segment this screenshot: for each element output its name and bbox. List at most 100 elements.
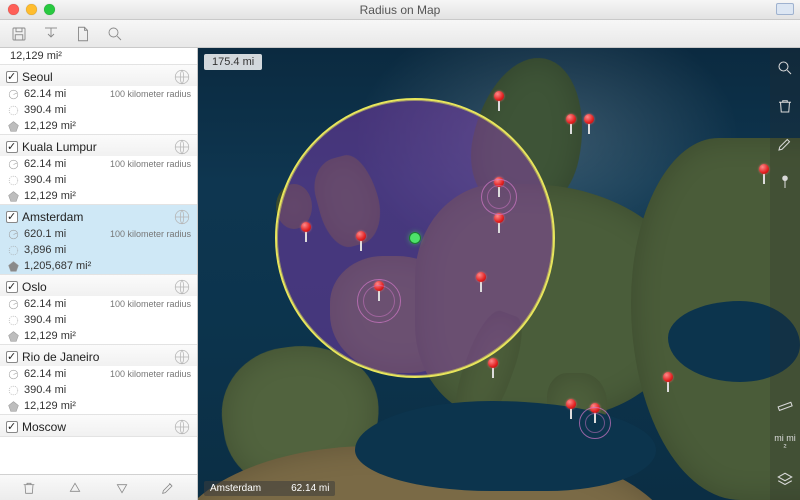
pin-ireland[interactable] (300, 222, 312, 242)
pin-istanbul[interactable] (662, 372, 674, 392)
globe-icon[interactable] (173, 68, 191, 86)
list-item[interactable]: Rio de Janeiro62.14 mi100 kilometer radi… (0, 345, 197, 415)
globe-icon[interactable] (173, 418, 191, 436)
pentagon-icon (6, 329, 20, 343)
pin-moscow[interactable] (758, 164, 770, 184)
zoom-window-button[interactable] (44, 4, 55, 15)
map-search-icon[interactable] (775, 58, 795, 78)
pentagon-icon (6, 259, 20, 273)
radius-value: 62.14 mi (24, 88, 66, 100)
list-item[interactable]: Moscow (0, 415, 197, 437)
close-window-button[interactable] (8, 4, 19, 15)
list-item[interactable]: Seoul 62.14 mi 100 kilometer radius 390.4 m… (0, 65, 197, 135)
list-item-header[interactable]: Seoul (0, 65, 197, 86)
area-value: 12,129 mi² (24, 400, 76, 412)
pin-stockholm-a[interactable] (565, 114, 577, 134)
list-item-header[interactable]: Kuala Lumpur (0, 135, 197, 156)
pin-stockholm-b[interactable] (583, 114, 595, 134)
perimeter-icon (6, 313, 20, 327)
titlebar: Radius on Map (0, 0, 800, 20)
import-icon[interactable] (40, 24, 62, 44)
globe-icon[interactable] (173, 208, 191, 226)
area-row: 12,129 mi² (0, 398, 197, 414)
list-item-header[interactable]: Oslo (0, 275, 197, 296)
city-name: Oslo (22, 280, 169, 294)
area-row: 12,129 mi² (0, 188, 197, 204)
radius-center-handle[interactable] (410, 233, 420, 243)
list-item[interactable]: Amsterdam620.1 mi100 kilometer radius 3,8… (0, 205, 197, 275)
list-item-header[interactable]: Amsterdam (0, 205, 197, 226)
perimeter-icon (6, 383, 20, 397)
radius-row: 62.14 mi100 kilometer radius (0, 156, 197, 172)
visibility-checkbox[interactable] (6, 211, 18, 223)
list-item[interactable]: Kuala Lumpur 62.14 mi100 kilometer radius… (0, 135, 197, 205)
map-trash-icon[interactable] (775, 96, 795, 116)
area-row: 12,129 mi² (0, 118, 197, 134)
pin-london[interactable] (355, 231, 367, 251)
pin-athens-a[interactable] (565, 399, 577, 419)
radius-sublabel: 100 kilometer radius (110, 89, 191, 99)
map-tools-panel: mi mi ² (770, 48, 800, 500)
city-name: Kuala Lumpur (22, 140, 169, 154)
map-layers-icon[interactable] (775, 470, 795, 490)
visibility-checkbox[interactable] (6, 351, 18, 363)
pin-oslo[interactable] (493, 91, 505, 111)
window-controls (8, 4, 55, 15)
perimeter-value: 3,896 mi (24, 244, 66, 256)
radius-icon (6, 297, 20, 311)
map-units-label: mi mi ² (774, 434, 796, 452)
list-item-fragment: 12,129 mi² (0, 48, 197, 65)
globe-icon[interactable] (173, 138, 191, 156)
pentagon-icon (6, 399, 20, 413)
radius-sublabel: 100 kilometer radius (110, 369, 191, 379)
perimeter-value: 390.4 mi (24, 104, 66, 116)
radius-row: 620.1 mi100 kilometer radius (0, 226, 197, 242)
pin-rome[interactable] (487, 358, 499, 378)
edit-button[interactable] (158, 479, 178, 497)
sidebar-footer (0, 474, 197, 500)
visibility-checkbox[interactable] (6, 421, 18, 433)
radius-icon (6, 157, 20, 171)
minimize-window-button[interactable] (26, 4, 37, 15)
move-up-button[interactable] (65, 479, 85, 497)
document-icon[interactable] (72, 24, 94, 44)
visibility-checkbox[interactable] (6, 281, 18, 293)
radius-value: 620.1 mi (24, 228, 66, 240)
radius-icon (6, 367, 20, 381)
locations-sidebar: 12,129 mi² Seoul62.14 mi100 kilometer ra… (0, 48, 198, 500)
area-value: 12,129 mi² (24, 330, 76, 342)
app-window: Radius on Map 12,129 mi² (0, 0, 800, 500)
small-radius-ring-inner (487, 185, 511, 209)
perimeter-row: 3,896 mi (0, 242, 197, 258)
globe-icon[interactable] (173, 278, 191, 296)
list-item[interactable]: Oslo 62.14 mi100 kilometer radius 390.4 mi… (0, 275, 197, 345)
list-item-header[interactable]: Rio de Janeiro (0, 345, 197, 366)
perimeter-icon (6, 243, 20, 257)
visibility-checkbox[interactable] (6, 71, 18, 83)
map-pin-icon[interactable] (775, 172, 795, 192)
small-radius-ring-inner (363, 285, 395, 317)
pentagon-icon (6, 119, 20, 133)
visibility-checkbox[interactable] (6, 141, 18, 153)
delete-button[interactable] (19, 479, 39, 497)
map-ruler-icon[interactable] (775, 396, 795, 416)
move-down-button[interactable] (112, 479, 132, 497)
search-icon[interactable] (104, 24, 126, 44)
list-item-header[interactable]: Moscow (0, 415, 197, 436)
radius-sublabel: 100 kilometer radius (110, 159, 191, 169)
city-name: Moscow (22, 420, 169, 434)
globe-icon[interactable] (173, 348, 191, 366)
radius-row: 62.14 mi100 kilometer radius (0, 366, 197, 382)
save-icon[interactable] (8, 24, 30, 44)
pin-berlin[interactable] (493, 213, 505, 233)
map-pencil-icon[interactable] (775, 134, 795, 154)
map-scale-badge: 175.4 mi (204, 54, 262, 70)
radius-sublabel: 100 kilometer radius (110, 299, 191, 309)
pin-munich[interactable] (475, 272, 487, 292)
titlebar-panel-toggle[interactable] (776, 3, 794, 15)
perimeter-value: 390.4 mi (24, 314, 66, 326)
radius-row: 62.14 mi100 kilometer radius (0, 296, 197, 312)
radius-icon (6, 227, 20, 241)
map-canvas[interactable]: 175.4 mi Amsterdam 62.14 mi mi mi ² (198, 48, 800, 500)
main-toolbar (0, 20, 800, 48)
